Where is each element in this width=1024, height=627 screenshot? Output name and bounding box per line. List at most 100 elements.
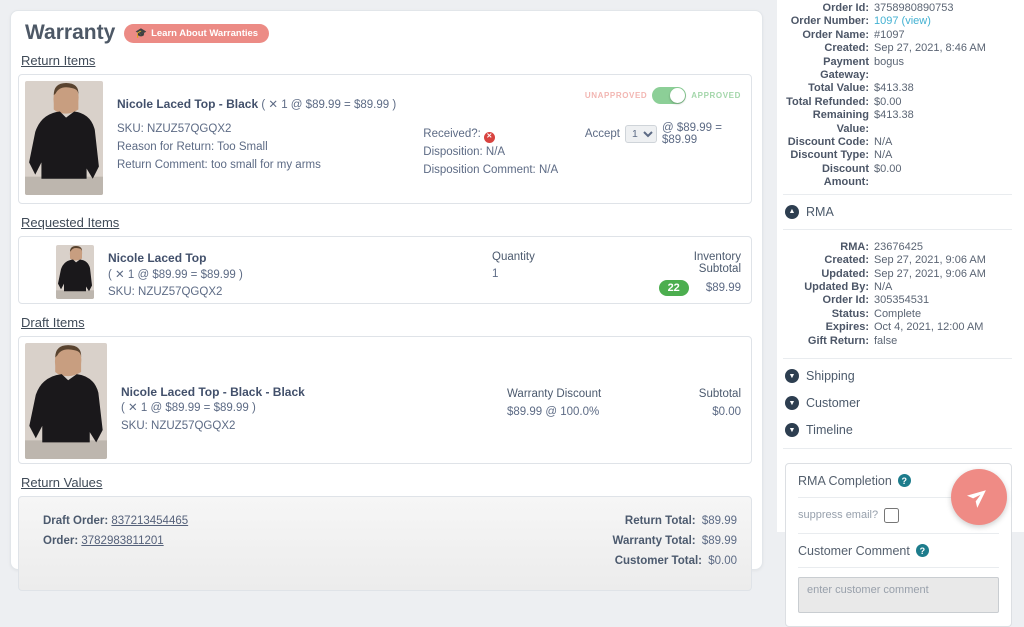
collapsed-section-header[interactable]: ▼ Timeline [783, 417, 1012, 444]
detail-value: 3758980890753 [874, 2, 954, 15]
detail-value: 305354531 [874, 294, 929, 307]
detail-value: #1097 [874, 29, 905, 42]
detail-value: Sep 27, 2021, 8:46 AM [874, 42, 986, 55]
detail-value: N/A [874, 136, 892, 149]
warranty-discount-value: $89.99 @ 100.0% [507, 403, 677, 421]
detail-label: Order Id: [783, 2, 869, 15]
page-header: Warranty 🎓 Learn About Warranties [25, 21, 754, 45]
order-detail-row: Payment Gateway: bogus [783, 56, 1012, 83]
collapsed-section-header[interactable]: ▼ Shipping [783, 363, 1012, 390]
detail-label: Status: [783, 308, 869, 321]
receiving-info: Received?:✕ Disposition: N/A Disposition… [423, 81, 585, 197]
product-info: Nicole Laced Top - Black ( ✕ 1 @ $89.99 … [103, 81, 423, 197]
suppress-email-label: suppress email? [798, 509, 878, 521]
detail-value: bogus [874, 56, 904, 83]
order-link[interactable]: 3782983811201 [81, 535, 163, 547]
order-detail-row: Total Value: $413.38 [783, 82, 1012, 95]
received-no-icon[interactable]: ✕ [484, 132, 495, 143]
toggle-knob [670, 88, 685, 103]
rma-details-block: RMA: 23676425 Created: Sep 27, 2021, 9:0… [783, 234, 1012, 354]
rma-detail-row: Gift Return: false [783, 335, 1012, 348]
section-title: Customer [806, 396, 860, 410]
detail-value: N/A [874, 281, 892, 294]
product-info: Nicole Laced Top - Black - Black ( ✕ 1 @… [107, 343, 507, 457]
detail-value: N/A [874, 149, 892, 162]
detail-value: $413.38 [874, 109, 914, 136]
rma-detail-row: Status: Complete [783, 308, 1012, 321]
detail-value: false [874, 335, 897, 348]
expand-arrow-icon: ▼ [785, 423, 799, 437]
detail-label: Order Number: [783, 15, 869, 28]
detail-label: RMA: [783, 241, 869, 254]
order-detail-row: Discount Type: N/A [783, 149, 1012, 162]
product-photo [25, 81, 103, 195]
order-detail-row: Discount Code: N/A [783, 136, 1012, 149]
detail-label: Order Name: [783, 29, 869, 42]
rma-section-title: RMA [806, 205, 834, 219]
disposition-comment: Disposition Comment: N/A [423, 161, 585, 179]
inventory-subtotal-label: Inventory Subtotal [657, 251, 741, 275]
detail-value: $0.00 [874, 163, 902, 190]
detail-value: 1097 (view) [874, 15, 931, 28]
order-label: Order: [43, 535, 78, 547]
page-title: Warranty [25, 21, 115, 45]
order-sidebar: Order Id: 3758980890753 Order Number: 10… [777, 0, 1024, 532]
divider [783, 448, 1012, 449]
detail-label: Created: [783, 254, 869, 267]
inventory-column: Inventory Subtotal 22 $89.99 [657, 243, 741, 297]
order-detail-row: Created: Sep 27, 2021, 8:46 AM [783, 42, 1012, 55]
detail-value: 23676425 [874, 241, 923, 254]
requested-items-link[interactable]: Requested Items [21, 215, 119, 230]
approval-toggle[interactable] [652, 87, 686, 104]
total-label: Return Total: [625, 515, 696, 527]
accept-quantity-select[interactable]: 1 [625, 125, 657, 143]
help-icon[interactable]: ? [916, 544, 929, 557]
return-totals: Return Total: $89.99 Warranty Total: $89… [613, 511, 737, 590]
detail-label: Remaining Value: [783, 109, 869, 136]
detail-value: Sep 27, 2021, 9:06 AM [874, 254, 986, 267]
suppress-email-checkbox[interactable] [884, 508, 899, 523]
disposition: Disposition: N/A [423, 143, 585, 161]
approval-controls: UNAPPROVED APPROVED Accept 1 @ $89.99 = … [585, 81, 741, 197]
draft-order-link[interactable]: 837213454465 [111, 515, 188, 527]
section-title: Timeline [806, 423, 853, 437]
rma-completion-title: RMA Completion [798, 474, 892, 488]
draft-order-label: Draft Order: [43, 515, 108, 527]
product-sku: SKU: NZUZ57QGQX2 [117, 120, 423, 138]
draft-items-link[interactable]: Draft Items [21, 315, 85, 330]
detail-label: Discount Amount: [783, 163, 869, 190]
return-items-link[interactable]: Return Items [21, 53, 95, 68]
order-details-block: Order Id: 3758980890753 Order Number: 10… [783, 2, 1012, 190]
product-info: Nicole Laced Top ( ✕ 1 @ $89.99 = $89.99… [94, 243, 492, 297]
collapsed-sections: ▼ Shipping ▼ Customer ▼ Timeline [783, 363, 1012, 444]
total-value: $89.99 [702, 515, 737, 527]
total-row: Customer Total: $0.00 [613, 551, 737, 571]
product-sku: SKU: NZUZ57QGQX2 [121, 417, 507, 435]
detail-label: Updated By: [783, 281, 869, 294]
return-comment: Return Comment: too small for my arms [117, 156, 423, 174]
help-icon[interactable]: ? [898, 474, 911, 487]
learn-about-warranties-button[interactable]: 🎓 Learn About Warranties [124, 24, 269, 43]
collapsed-section-header[interactable]: ▼ Customer [783, 390, 1012, 417]
draft-item-card: Nicole Laced Top - Black - Black ( ✕ 1 @… [18, 336, 752, 464]
warranty-discount-column: Warranty Discount $89.99 @ 100.0% [507, 343, 677, 457]
divider [783, 229, 1012, 230]
total-label: Warranty Total: [613, 535, 696, 547]
detail-label: Created: [783, 42, 869, 55]
customer-comment-input[interactable] [798, 577, 999, 613]
product-qty-detail: ( ✕ 1 @ $89.99 = $89.99 ) [108, 267, 492, 284]
rma-section-header[interactable]: ▲ RMA [783, 199, 1012, 225]
detail-value: Sep 27, 2021, 9:06 AM [874, 268, 986, 281]
order-detail-row: Remaining Value: $413.38 [783, 109, 1012, 136]
inventory-count-badge: 22 [659, 280, 689, 296]
detail-label: Total Refunded: [783, 96, 869, 109]
submit-completion-button[interactable] [951, 469, 1007, 525]
expand-arrow-icon: ▼ [785, 396, 799, 410]
warranty-panel: Warranty 🎓 Learn About Warranties Return… [10, 10, 763, 570]
order-detail-row: Order Name: #1097 [783, 29, 1012, 42]
total-value: $0.00 [708, 555, 737, 567]
detail-label: Expires: [783, 321, 869, 334]
return-reason: Reason for Return: Too Small [117, 138, 423, 156]
return-values-link[interactable]: Return Values [21, 475, 102, 490]
graduation-cap-icon: 🎓 [135, 28, 147, 39]
